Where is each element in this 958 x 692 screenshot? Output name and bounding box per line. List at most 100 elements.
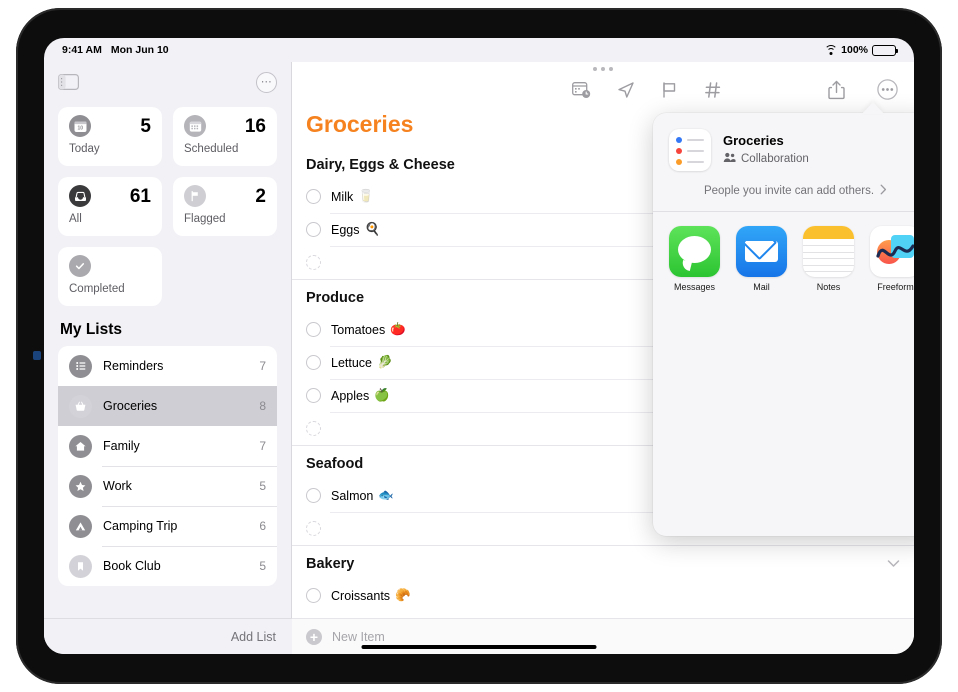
status-bar: 9:41 AM Mon Jun 10 100% [44, 38, 914, 62]
invite-permission-label: People you invite can add others. [703, 185, 875, 197]
section-heading-label: Bakery [306, 556, 355, 572]
sidebar-item-label: Family [103, 439, 140, 453]
multitask-ellipsis-handle[interactable] [593, 67, 613, 71]
reminder-label: Milk [331, 189, 354, 204]
calendar-scheduled-icon [184, 115, 206, 137]
my-lists-heading: My Lists [60, 321, 123, 338]
star-icon [69, 474, 92, 498]
ipad-device-frame: 9:41 AM Mon Jun 10 100% ⋯ 10 5 Today 16 … [16, 8, 942, 684]
add-list-button[interactable]: Add List [231, 630, 276, 644]
ipad-screen: 9:41 AM Mon Jun 10 100% ⋯ 10 5 Today 16 … [44, 38, 914, 654]
smart-card-count: 2 [255, 185, 266, 207]
reminder-item-croissants[interactable]: Croissants 🥐 [292, 579, 914, 612]
reminder-checkbox[interactable] [306, 322, 321, 337]
sidebar-item-camping-trip[interactable]: Camping Trip 6 [58, 506, 277, 546]
notes-app-icon [803, 226, 854, 277]
sidebar-more-ellipsis-icon[interactable]: ⋯ [256, 71, 277, 93]
sidebar: ⋯ 10 5 Today 16 Scheduled 61 All 2 Flagg… [44, 62, 292, 654]
tent-icon [69, 514, 92, 538]
reminder-label: Salmon [331, 488, 374, 503]
section-heading-label: Dairy, Eggs & Cheese [306, 157, 455, 173]
inbox-tray-icon [69, 185, 91, 207]
sidebar-item-book-club[interactable]: Book Club 5 [58, 546, 277, 586]
smart-card-today[interactable]: 10 5 Today [58, 107, 162, 166]
share-target-notes[interactable]: Notes [803, 226, 854, 292]
smart-card-all[interactable]: 61 All [58, 177, 162, 236]
reminder-checkbox-placeholder[interactable] [306, 421, 321, 436]
smart-lists-grid: 10 5 Today 16 Scheduled 61 All 2 Flagged… [44, 102, 291, 306]
popover-header: Groceries Collaboration [653, 113, 914, 171]
section-heading-bakery: Bakery [292, 545, 914, 579]
sidebar-item-work[interactable]: Work 5 [58, 466, 277, 506]
sidebar-item-count: 5 [259, 559, 266, 573]
share-target-mail[interactable]: Mail [736, 226, 787, 292]
share-icon[interactable] [828, 80, 845, 100]
chevron-down-icon[interactable] [887, 556, 900, 572]
reminder-checkbox[interactable] [306, 388, 321, 403]
main-more-ellipsis-icon[interactable] [877, 79, 898, 100]
section-heading-label: Seafood [306, 456, 364, 472]
reminder-emoji: 🥛 [358, 189, 374, 203]
sidebar-toggle-icon[interactable] [58, 74, 79, 91]
share-target-label: Messages [673, 282, 716, 292]
share-target-freeform[interactable]: Freeform [870, 226, 914, 292]
share-target-label: Mail [753, 282, 770, 292]
house-icon [69, 434, 92, 458]
reminder-emoji: 🍳 [364, 222, 381, 236]
reminder-checkbox[interactable] [306, 488, 321, 503]
sidebar-item-label: Camping Trip [103, 519, 178, 533]
sidebar-toolbar: ⋯ [44, 62, 291, 102]
smart-card-label: Flagged [184, 213, 226, 225]
edge-indicator-light [33, 351, 41, 360]
invite-permission-row[interactable]: People you invite can add others. [653, 171, 914, 212]
smart-card-flagged[interactable]: 2 Flagged [173, 177, 277, 236]
reminder-label: Croissants [331, 588, 391, 603]
svg-text:10: 10 [77, 125, 83, 131]
smart-card-count: 5 [140, 115, 151, 137]
reminder-emoji: 🥐 [395, 588, 411, 602]
smart-card-completed[interactable]: Completed [58, 247, 162, 306]
reminder-checkbox[interactable] [306, 189, 321, 204]
reminder-checkbox[interactable] [306, 588, 321, 603]
checkmark-circle-icon [69, 255, 91, 277]
reminder-checkbox-placeholder[interactable] [306, 521, 321, 536]
sidebar-item-label: Groceries [103, 399, 158, 413]
sidebar-item-groceries[interactable]: Groceries 8 [58, 386, 277, 426]
location-arrow-icon[interactable] [617, 81, 635, 99]
popover-subtitle-label: Collaboration [741, 153, 809, 165]
reminder-checkbox-placeholder[interactable] [306, 255, 321, 270]
smart-card-count: 61 [129, 185, 151, 207]
sidebar-item-label: Book Club [103, 559, 161, 573]
smart-card-label: Completed [69, 283, 125, 295]
reminder-emoji: 🍏 [374, 388, 390, 402]
reminders-app-thumbnail [669, 129, 711, 171]
sidebar-item-reminders[interactable]: Reminders 7 [58, 346, 277, 386]
sidebar-item-count: 5 [259, 479, 266, 493]
smart-card-scheduled[interactable]: 16 Scheduled [173, 107, 277, 166]
hashtag-icon[interactable] [704, 81, 722, 99]
sidebar-item-count: 7 [259, 439, 266, 453]
battery-percent-label: 100% [841, 44, 868, 56]
wifi-icon [824, 45, 838, 55]
messages-app-icon [669, 226, 720, 277]
reminder-label: Lettuce [331, 355, 373, 370]
calendar-clock-icon[interactable] [572, 81, 591, 99]
popover-title: Groceries [723, 133, 784, 148]
reminder-emoji: 🐟 [378, 488, 394, 502]
new-item-label: New Item [332, 629, 385, 644]
mail-app-icon [736, 226, 787, 277]
sidebar-item-family[interactable]: Family 7 [58, 426, 277, 466]
chevron-right-icon [880, 184, 887, 198]
sidebar-footer: Add List [44, 618, 292, 654]
flag-icon [184, 185, 206, 207]
smart-card-label: Today [69, 143, 100, 155]
smart-card-count: 16 [244, 115, 266, 137]
share-target-messages[interactable]: Messages [669, 226, 720, 292]
reminder-checkbox[interactable] [306, 222, 321, 237]
flag-icon[interactable] [661, 81, 678, 99]
reminder-checkbox[interactable] [306, 355, 321, 370]
smart-card-label: Scheduled [184, 143, 239, 155]
sidebar-item-count: 6 [259, 519, 266, 533]
status-time: 9:41 AM [62, 44, 102, 56]
plus-circle-icon[interactable]: + [306, 628, 322, 645]
